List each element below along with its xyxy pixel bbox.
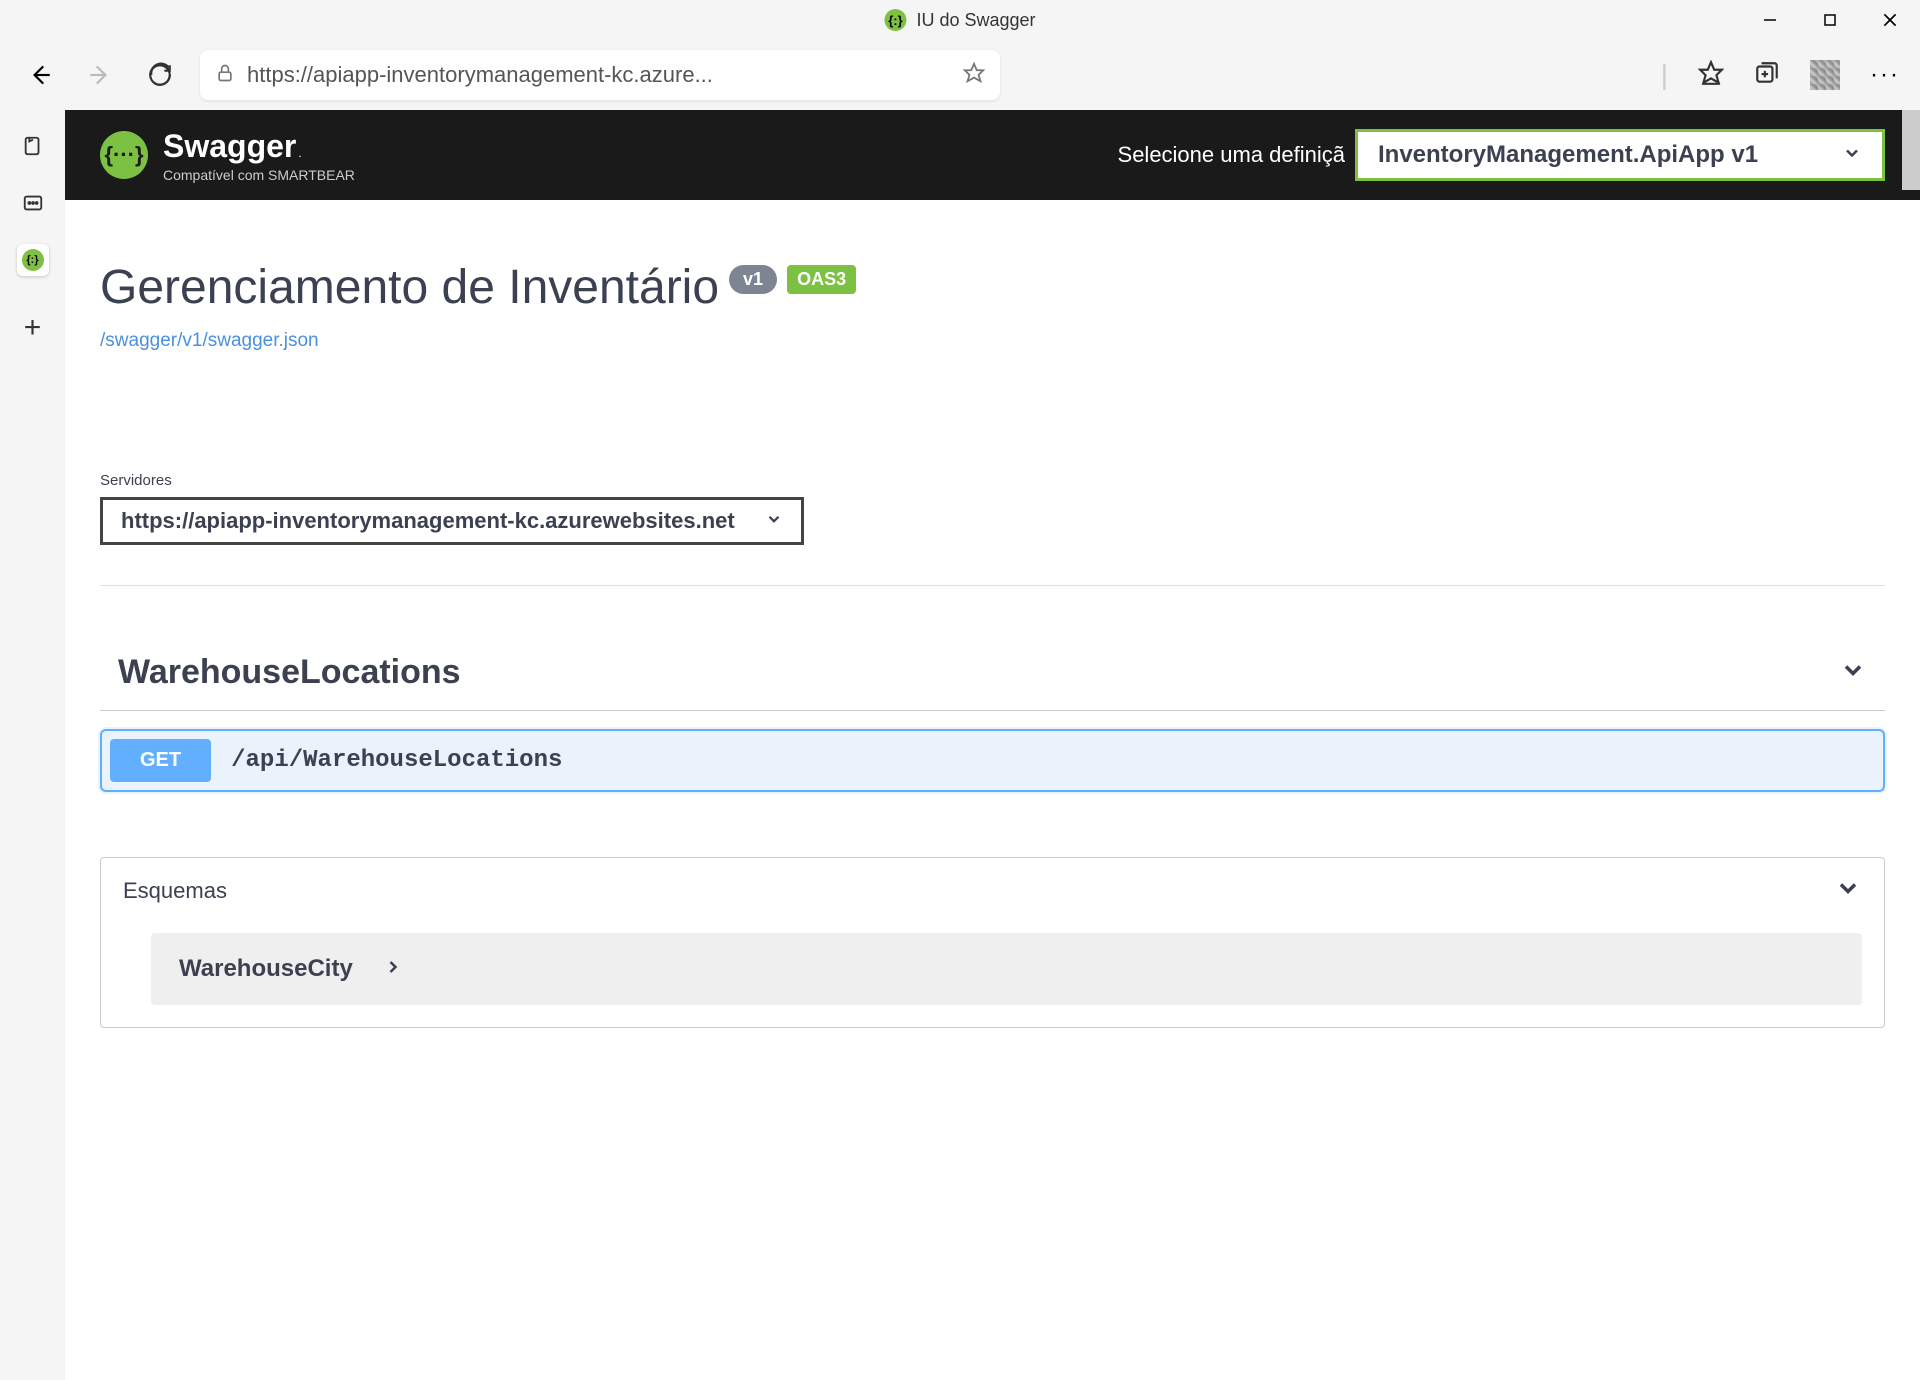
server-url: https://apiapp-inventorymanagement-kc.az… [121,508,735,534]
schema-item[interactable]: WarehouseCity [151,933,1862,1005]
url-text: https://apiapp-inventorymanagement-kc.az… [247,62,951,88]
collections-icon[interactable] [1754,60,1780,91]
scrollbar[interactable] [1902,110,1920,190]
swagger-content: Gerenciamento de Inventário v1 OAS3 /swa… [65,200,1920,1058]
definition-select[interactable]: InventoryManagement.ApiApp v1 [1355,129,1885,181]
tab-list-icon[interactable] [17,187,49,219]
schema-name: WarehouseCity [179,955,353,983]
servers-section: Servidores https://apiapp-inventorymanag… [100,472,1885,586]
more-button[interactable]: ··· [1870,61,1900,89]
swagger-logo-icon: {···} [100,131,148,179]
new-tab-button[interactable]: + [24,311,42,345]
window-controls [1740,0,1920,40]
tab-actions-icon[interactable] [17,130,49,162]
definition-select-label: Selecione uma definiçã [1118,142,1345,168]
schemas-header[interactable]: Esquemas [101,858,1884,923]
swagger-logo: {···} Swagger . Compatível com SMARTBEAR [100,128,355,183]
refresh-button[interactable] [140,55,180,95]
vertical-tabs-sidebar: {:} + [0,110,65,1380]
toolbar-right: | ··· [1661,59,1900,91]
favorites-icon[interactable] [1698,60,1724,91]
minimize-button[interactable] [1740,0,1800,40]
endpoint-group-name: WarehouseLocations [118,653,461,692]
endpoint-group-header[interactable]: WarehouseLocations [100,641,1885,711]
browser-toolbar: https://apiapp-inventorymanagement-kc.az… [0,40,1920,110]
swagger-icon: {:} [884,9,906,31]
maximize-button[interactable] [1800,0,1860,40]
lock-icon [215,63,235,88]
current-tab[interactable]: {:} [17,244,49,276]
page-content: {···} Swagger . Compatível com SMARTBEAR… [65,110,1920,1380]
back-button[interactable] [20,55,60,95]
profile-avatar[interactable] [1810,60,1840,90]
chevron-right-icon [383,957,403,982]
api-title-row: Gerenciamento de Inventário v1 OAS3 [100,260,1885,315]
schemas-section: Esquemas WarehouseCity [100,857,1885,1028]
servers-label: Servidores [100,472,1885,489]
endpoint-operation[interactable]: GET /api/WarehouseLocations [100,729,1885,792]
schemas-title: Esquemas [123,878,227,904]
titlebar-title-group: {:} IU do Swagger [884,9,1035,31]
definition-value: InventoryManagement.ApiApp v1 [1378,141,1758,169]
api-title: Gerenciamento de Inventário [100,260,719,315]
swagger-icon: {:} [22,249,44,271]
swagger-brand: Swagger [163,128,296,165]
chevron-down-icon [1842,143,1862,168]
endpoint-section: WarehouseLocations GET /api/WarehouseLoc… [100,641,1885,792]
servers-select[interactable]: https://apiapp-inventorymanagement-kc.az… [100,497,804,545]
favorite-icon[interactable] [963,62,985,89]
endpoint-path: /api/WarehouseLocations [231,747,562,774]
close-button[interactable] [1860,0,1920,40]
main-layout: {:} + {···} Swagger . Compatível com SMA… [0,110,1920,1380]
chevron-down-icon [1834,874,1862,907]
forward-button[interactable] [80,55,120,95]
chevron-down-icon [765,510,783,533]
swagger-topbar: {···} Swagger . Compatível com SMARTBEAR… [65,110,1920,200]
http-method-badge: GET [110,739,211,782]
swagger-tm: . [298,146,301,160]
address-bar[interactable]: https://apiapp-inventorymanagement-kc.az… [200,50,1000,100]
window-title: IU do Swagger [916,10,1035,31]
version-badge: v1 [729,265,777,294]
toolbar-separator: | [1661,59,1668,91]
window-titlebar: {:} IU do Swagger [0,0,1920,40]
oas-badge: OAS3 [787,265,856,294]
swagger-json-link[interactable]: /swagger/v1/swagger.json [100,330,1885,352]
swagger-subtitle: Compatível com SMARTBEAR [163,167,355,183]
chevron-down-icon [1839,656,1867,689]
